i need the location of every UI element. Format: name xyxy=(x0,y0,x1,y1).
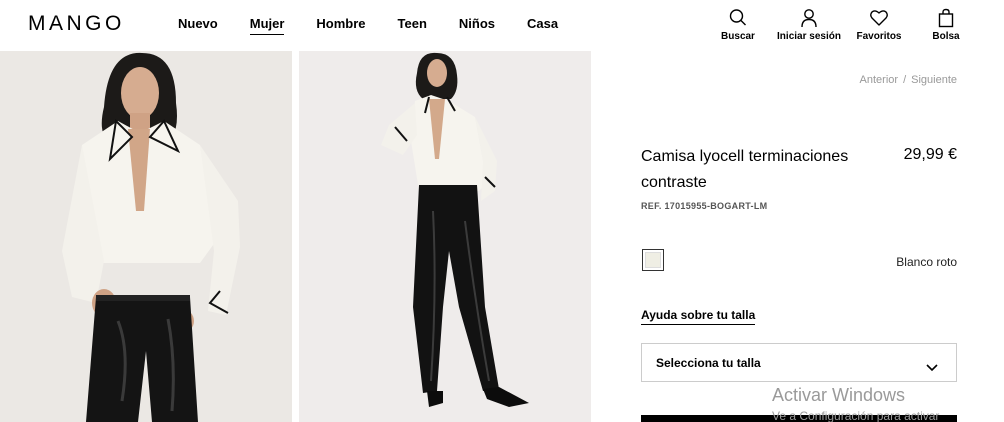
brand-logo[interactable]: MANGO xyxy=(28,12,125,36)
product-reference: REF. 17015955-BOGART-LM xyxy=(641,201,768,211)
product-image-full[interactable] xyxy=(299,51,591,422)
bag-icon xyxy=(928,8,964,28)
site-header: MANGO Nuevo Mujer Hombre Teen Niños Casa… xyxy=(0,0,1004,50)
favorites-label: Favoritos xyxy=(856,31,902,42)
nav-item-mujer[interactable]: Mujer xyxy=(249,16,285,35)
nav-item-casa[interactable]: Casa xyxy=(527,16,558,35)
search-button[interactable]: Buscar xyxy=(712,8,764,42)
size-help-link[interactable]: Ayuda sobre tu talla xyxy=(641,308,756,325)
heart-icon xyxy=(854,8,904,28)
main-nav: Nuevo Mujer Hombre Teen Niños Casa xyxy=(178,16,590,35)
login-label: Iniciar sesión xyxy=(777,31,841,42)
bag-button[interactable]: Bolsa xyxy=(928,8,964,42)
favorites-button[interactable]: Favoritos xyxy=(854,8,904,42)
windows-activation-subtitle: Ve a Configuración para activar xyxy=(772,409,940,422)
chevron-down-icon xyxy=(926,359,938,377)
windows-activation-title: Activar Windows xyxy=(772,385,906,405)
product-image-front[interactable] xyxy=(0,51,292,422)
product-title: Camisa lyocell terminaciones contraste xyxy=(641,148,849,191)
pager-next-link[interactable]: Siguiente xyxy=(911,74,957,86)
nav-item-nuevo[interactable]: Nuevo xyxy=(178,16,218,35)
size-select-placeholder: Selecciona tu talla xyxy=(656,356,761,370)
nav-item-teen[interactable]: Teen xyxy=(398,16,427,35)
header-actions: Buscar Iniciar sesión Favoritos Bolsa xyxy=(704,8,1004,48)
nav-item-hombre[interactable]: Hombre xyxy=(316,16,365,35)
product-price: 29,99 € xyxy=(903,146,957,163)
login-button[interactable]: Iniciar sesión xyxy=(776,8,842,42)
color-name: Blanco roto xyxy=(896,255,957,269)
color-swatch-fill xyxy=(645,252,661,268)
user-icon xyxy=(776,8,842,28)
pager-prev-link[interactable]: Anterior xyxy=(860,74,899,86)
search-icon xyxy=(712,8,764,28)
search-label: Buscar xyxy=(721,31,755,42)
color-swatch[interactable] xyxy=(642,249,664,271)
nav-item-ninos[interactable]: Niños xyxy=(459,16,495,35)
pager-separator: / xyxy=(903,74,907,86)
product-pager: Anterior / Siguiente xyxy=(860,74,957,86)
bag-label: Bolsa xyxy=(932,31,960,42)
size-select[interactable]: Selecciona tu talla xyxy=(641,343,957,382)
